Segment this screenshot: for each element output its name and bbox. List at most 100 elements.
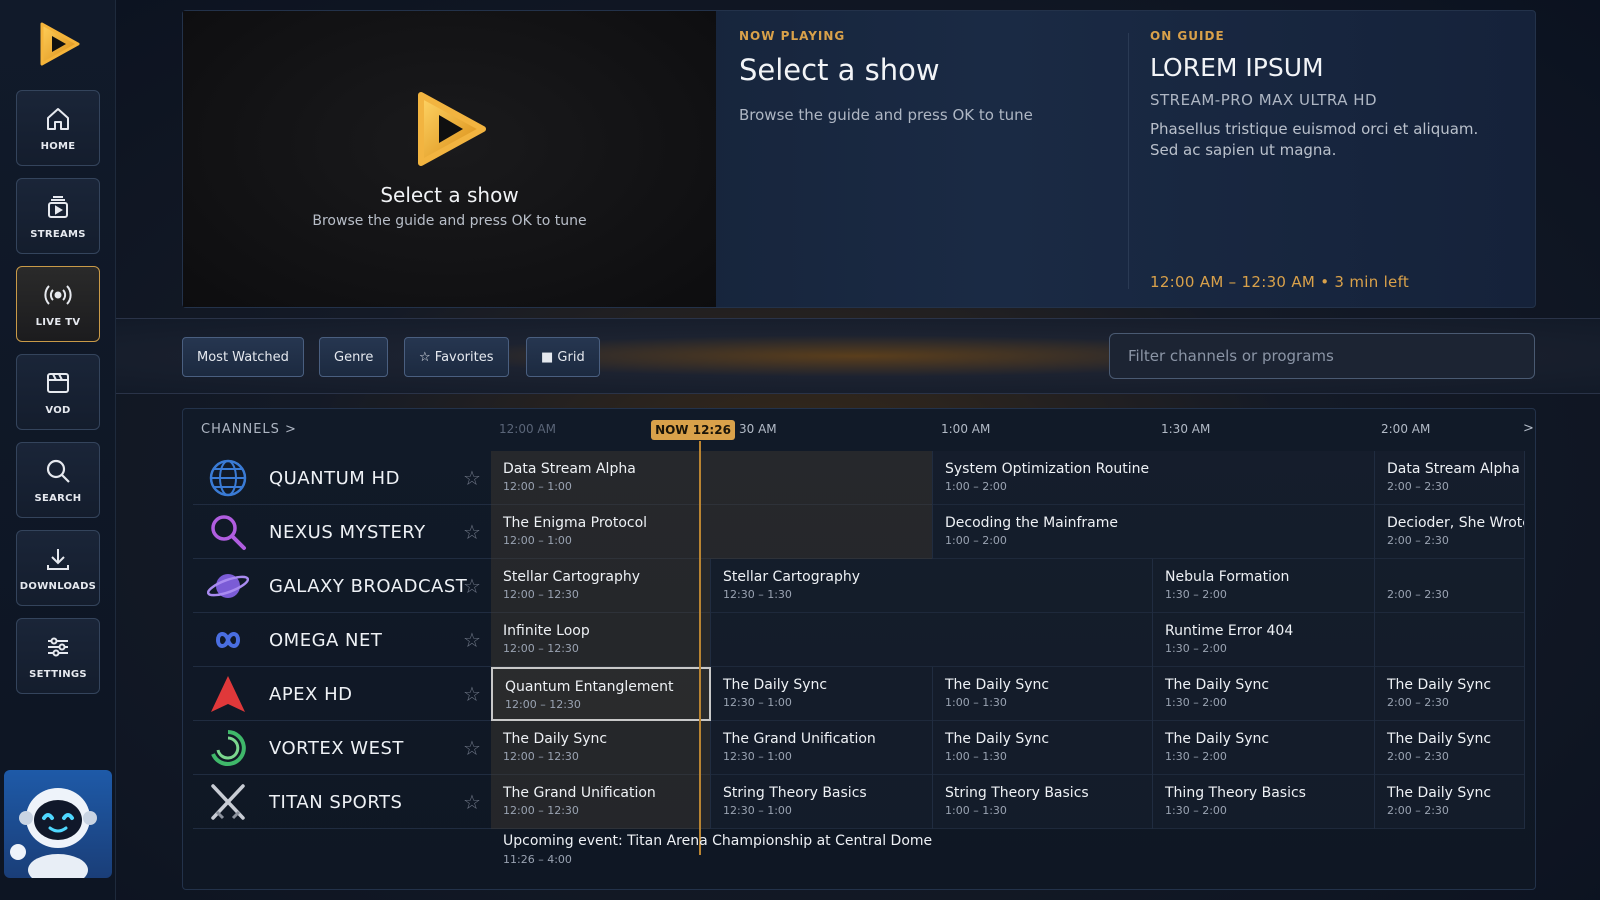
search-icon — [46, 459, 70, 483]
program-title: The Enigma Protocol — [503, 515, 648, 531]
favorite-star-icon[interactable]: ☆ — [463, 790, 481, 814]
program-title: System Optimization Routine — [945, 461, 1150, 477]
vod-icon — [47, 372, 69, 393]
program-cell[interactable]: The Daily Sync 1:00 – 1:30 — [933, 667, 1153, 721]
nav-search-button[interactable]: SEARCH — [16, 442, 100, 518]
nav-label: STREAMS — [30, 228, 86, 240]
on-guide-description: Phasellus tristique euismod orci et aliq… — [1150, 120, 1479, 159]
now-playing-subtitle: Browse the guide and press OK to tune — [739, 106, 1033, 124]
preview-subtitle: Browse the guide and press OK to tune — [312, 213, 587, 229]
filter-search-input[interactable] — [1109, 333, 1535, 379]
program-time: 1:00 – 2:00 — [945, 480, 1007, 493]
program-cell[interactable]: String Theory Basics 1:00 – 1:30 — [933, 775, 1153, 829]
program-cell[interactable]: Nebula Formation 1:30 – 2:00 — [1153, 559, 1375, 613]
program-cell[interactable]: The Daily Sync 2:00 – 2:30 — [1375, 667, 1525, 721]
program-time: 12:30 – 1:00 — [723, 750, 792, 763]
program-cell[interactable]: Thing Theory Basics 1:30 – 2:00 — [1153, 775, 1375, 829]
program-title: The Daily Sync — [945, 731, 1050, 747]
program-cell[interactable]: Stellar Cartography 12:30 – 1:30 — [711, 559, 1153, 613]
program-cell[interactable]: The Grand Unification 12:30 – 1:00 — [711, 721, 933, 775]
program-cell[interactable]: The Daily Sync 12:00 – 12:30 — [491, 721, 711, 775]
now-playing-label: NOW PLAYING — [739, 29, 846, 43]
program-cell[interactable]: The Enigma Protocol 12:00 – 1:00 — [491, 505, 933, 559]
program-time: 12:00 – 12:30 — [503, 750, 579, 763]
favorite-star-icon[interactable]: ☆ — [463, 682, 481, 706]
nav-downloads-button[interactable]: DOWNLOADS — [16, 530, 100, 606]
program-cell[interactable]: The Daily Sync 1:00 – 1:30 — [933, 721, 1153, 775]
nav-label: LIVE TV — [35, 316, 81, 328]
channel-name[interactable]: GALAXY BROADCAST — [269, 576, 467, 597]
channel-row: GALAXY BROADCAST ☆ Stellar Cartography 12:0… — [193, 559, 1525, 613]
favorite-star-icon[interactable]: ☆ — [463, 736, 481, 760]
program-time: 12:30 – 1:00 — [723, 804, 792, 817]
event-time: 11:26 – 4:00 — [503, 853, 572, 866]
program-title: The Daily Sync — [1165, 731, 1270, 747]
nav-settings-button[interactable]: SETTINGS — [16, 618, 100, 694]
program-cell[interactable]: Decioder, She Wrote 2:00 – 2:30 — [1375, 505, 1525, 559]
time-tick: 12:00 AM — [499, 422, 556, 436]
planet-logo — [207, 574, 249, 598]
program-time: 2:00 – 2:30 — [1387, 480, 1449, 493]
channel-name[interactable]: TITAN SPORTS — [269, 792, 402, 813]
nav-streams-button[interactable]: STREAMS — [16, 178, 100, 254]
channel-row: APEX HD ☆ Quantum Entanglement 12:00 – 12:3… — [193, 667, 1525, 721]
program-cell[interactable]: String Theory Basics 12:30 – 1:00 — [711, 775, 933, 829]
program-guide: CHANNELS > 12:00 AM 30 AM 1:00 AM 1:30 A… — [182, 408, 1536, 890]
program-cell[interactable]: The Daily Sync 2:00 – 2:30 — [1375, 775, 1525, 829]
time-next-arrow[interactable]: > — [1523, 421, 1534, 436]
program-title: String Theory Basics — [945, 785, 1089, 801]
program-time: 1:00 – 1:30 — [945, 696, 1007, 709]
program-cell[interactable] — [1375, 613, 1525, 667]
program-cell[interactable]: 2:00 – 2:30 — [1375, 559, 1525, 613]
app-logo[interactable] — [34, 20, 82, 68]
program-cell[interactable]: The Daily Sync 12:30 – 1:00 — [711, 667, 933, 721]
channel-name[interactable]: VORTEX WEST — [269, 738, 404, 759]
nav-label: DOWNLOADS — [19, 580, 97, 592]
swords-logo — [211, 784, 245, 820]
channels-header[interactable]: CHANNELS > — [201, 422, 297, 437]
program-cell[interactable]: Stellar Cartography 12:00 – 12:30 — [491, 559, 711, 613]
program-title: Stellar Cartography — [723, 569, 860, 585]
streams-icon — [48, 195, 68, 218]
program-cell[interactable]: Runtime Error 404 1:30 – 2:00 — [1153, 613, 1375, 667]
program-time: 12:00 – 1:00 — [503, 534, 572, 547]
channel-name[interactable]: OMEGA NET — [269, 630, 382, 651]
on-guide-time: 12:00 AM – 12:30 AM • 3 min left — [1150, 273, 1410, 291]
program-cell[interactable]: System Optimization Routine 1:00 – 2:00 — [933, 451, 1375, 505]
program-time: 2:00 – 2:30 — [1387, 588, 1449, 601]
program-time: 1:00 – 2:00 — [945, 534, 1007, 547]
favorite-star-icon[interactable]: ☆ — [463, 574, 481, 598]
program-cell[interactable] — [711, 613, 1153, 667]
grid-chip[interactable]: ■ Grid — [526, 337, 600, 377]
program-time: 2:00 – 2:30 — [1387, 804, 1449, 817]
program-cell[interactable]: The Daily Sync 2:00 – 2:30 — [1375, 721, 1525, 775]
now-playing-title: Select a show — [739, 53, 940, 87]
program-cell[interactable]: The Daily Sync 1:30 – 2:00 — [1153, 721, 1375, 775]
guide-header: CHANNELS > 12:00 AM 30 AM 1:00 AM 1:30 A… — [183, 409, 1535, 451]
program-cell[interactable]: The Grand Unification 12:00 – 12:30 — [491, 775, 711, 829]
program-cell[interactable]: Quantum Entanglement 12:00 – 12:30 — [491, 667, 711, 721]
genre-chip[interactable]: Genre — [319, 337, 389, 377]
program-cell[interactable]: Infinite Loop 12:00 – 12:30 — [491, 613, 711, 667]
program-title: Data Stream Alpha — [503, 461, 636, 477]
program-time: 1:30 – 2:00 — [1165, 750, 1227, 763]
channel-name[interactable]: QUANTUM HD — [269, 468, 400, 489]
program-cell[interactable]: Data Stream Alpha 12:00 – 1:00 — [491, 451, 933, 505]
favorites-chip[interactable]: ☆ Favorites — [404, 337, 509, 377]
nav-home-button[interactable]: HOME — [16, 90, 100, 166]
channel-name[interactable]: NEXUS MYSTERY — [269, 522, 426, 543]
sidebar: HOME STREAMS LIVE TV VOD SEARCH DOWNLOAD… — [0, 0, 116, 900]
favorite-star-icon[interactable]: ☆ — [463, 520, 481, 544]
nav-live-tv-button[interactable]: LIVE TV — [16, 266, 100, 342]
video-preview[interactable]: Select a show Browse the guide and press… — [183, 11, 716, 307]
program-cell[interactable]: Data Stream Alpha 2:00 – 2:30 — [1375, 451, 1525, 505]
program-cell[interactable]: Decoding the Mainframe 1:00 – 2:00 — [933, 505, 1375, 559]
most-watched-chip[interactable]: Most Watched — [182, 337, 304, 377]
program-time: 12:00 – 12:30 — [503, 642, 579, 655]
favorite-star-icon[interactable]: ☆ — [463, 466, 481, 490]
program-cell[interactable]: The Daily Sync 1:30 – 2:00 — [1153, 667, 1375, 721]
channel-name[interactable]: APEX HD — [269, 684, 353, 705]
favorite-star-icon[interactable]: ☆ — [463, 628, 481, 652]
nav-vod-button[interactable]: VOD — [16, 354, 100, 430]
upcoming-event[interactable]: Upcoming event: Titan Arena Championship… — [503, 833, 932, 866]
